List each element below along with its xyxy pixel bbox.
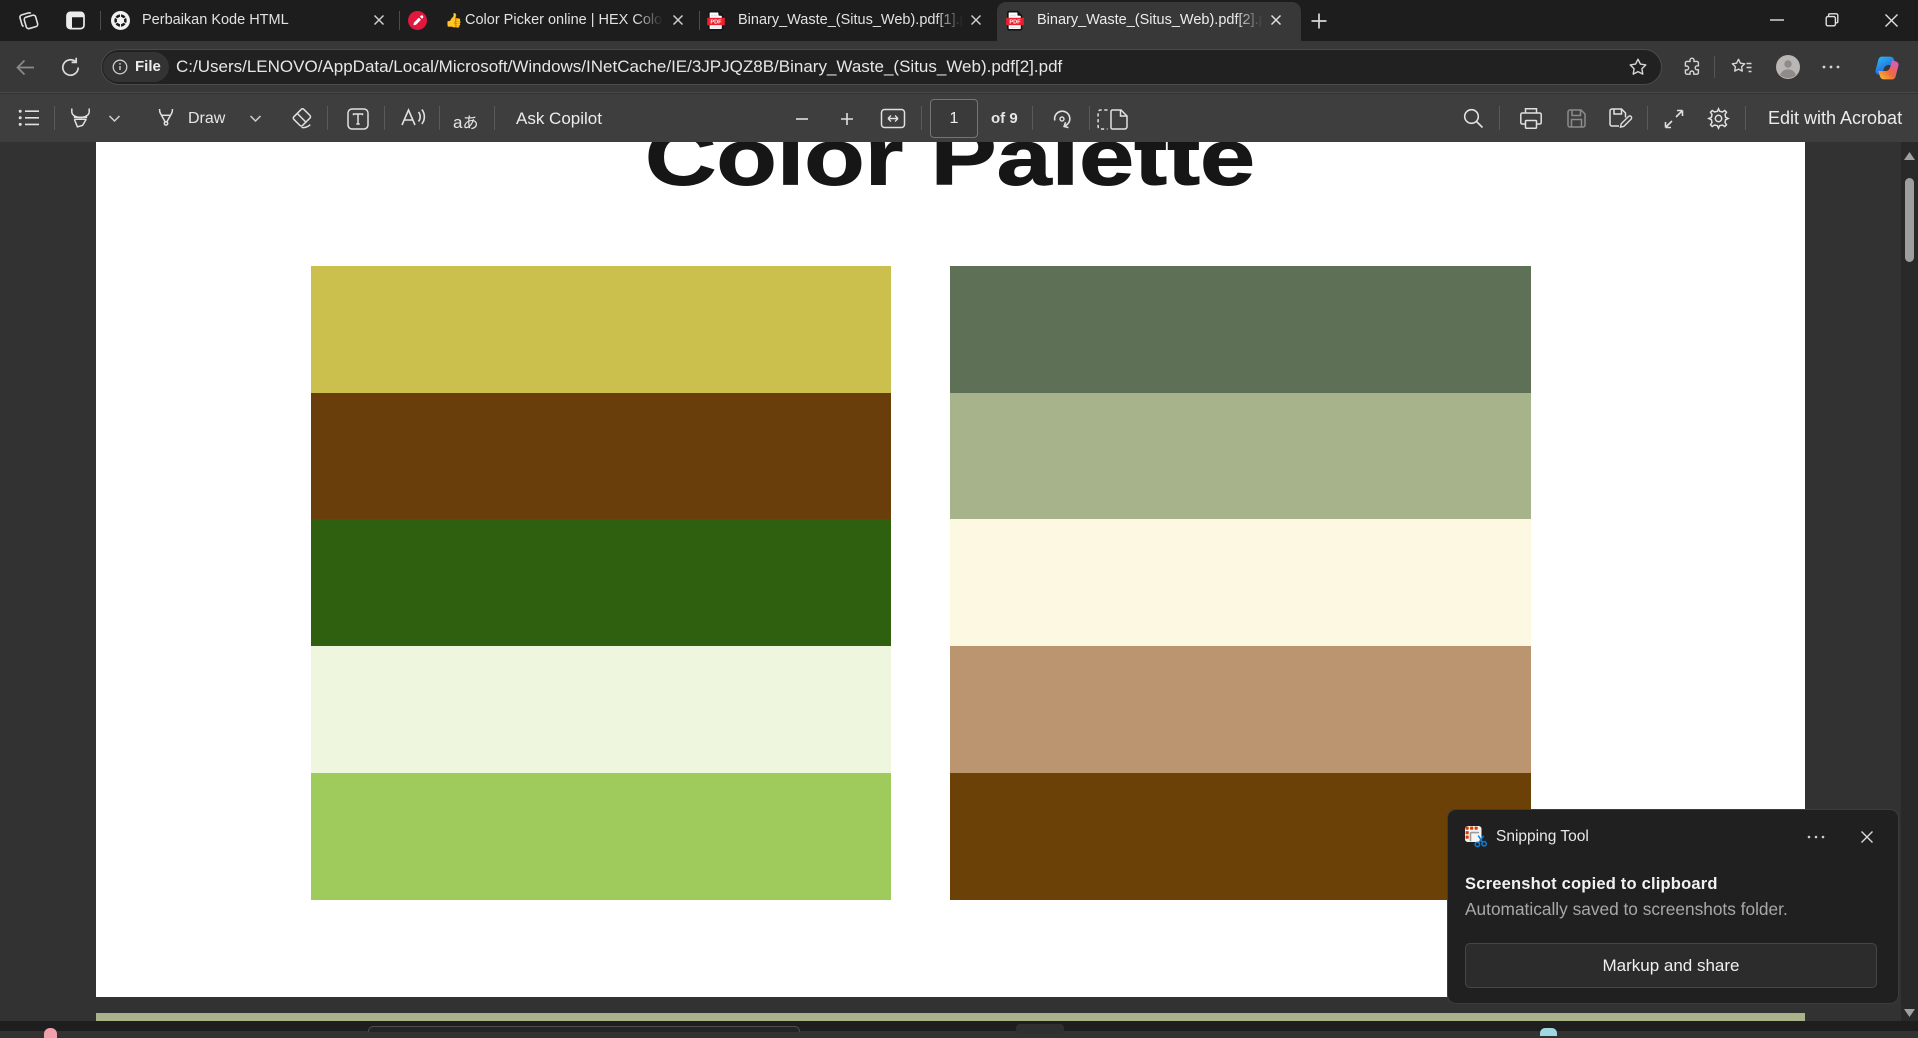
svg-text:PDF: PDF (1009, 19, 1021, 25)
svg-text:PDF: PDF (710, 19, 722, 25)
svg-text:Color Palette: Color Palette (645, 142, 1255, 202)
